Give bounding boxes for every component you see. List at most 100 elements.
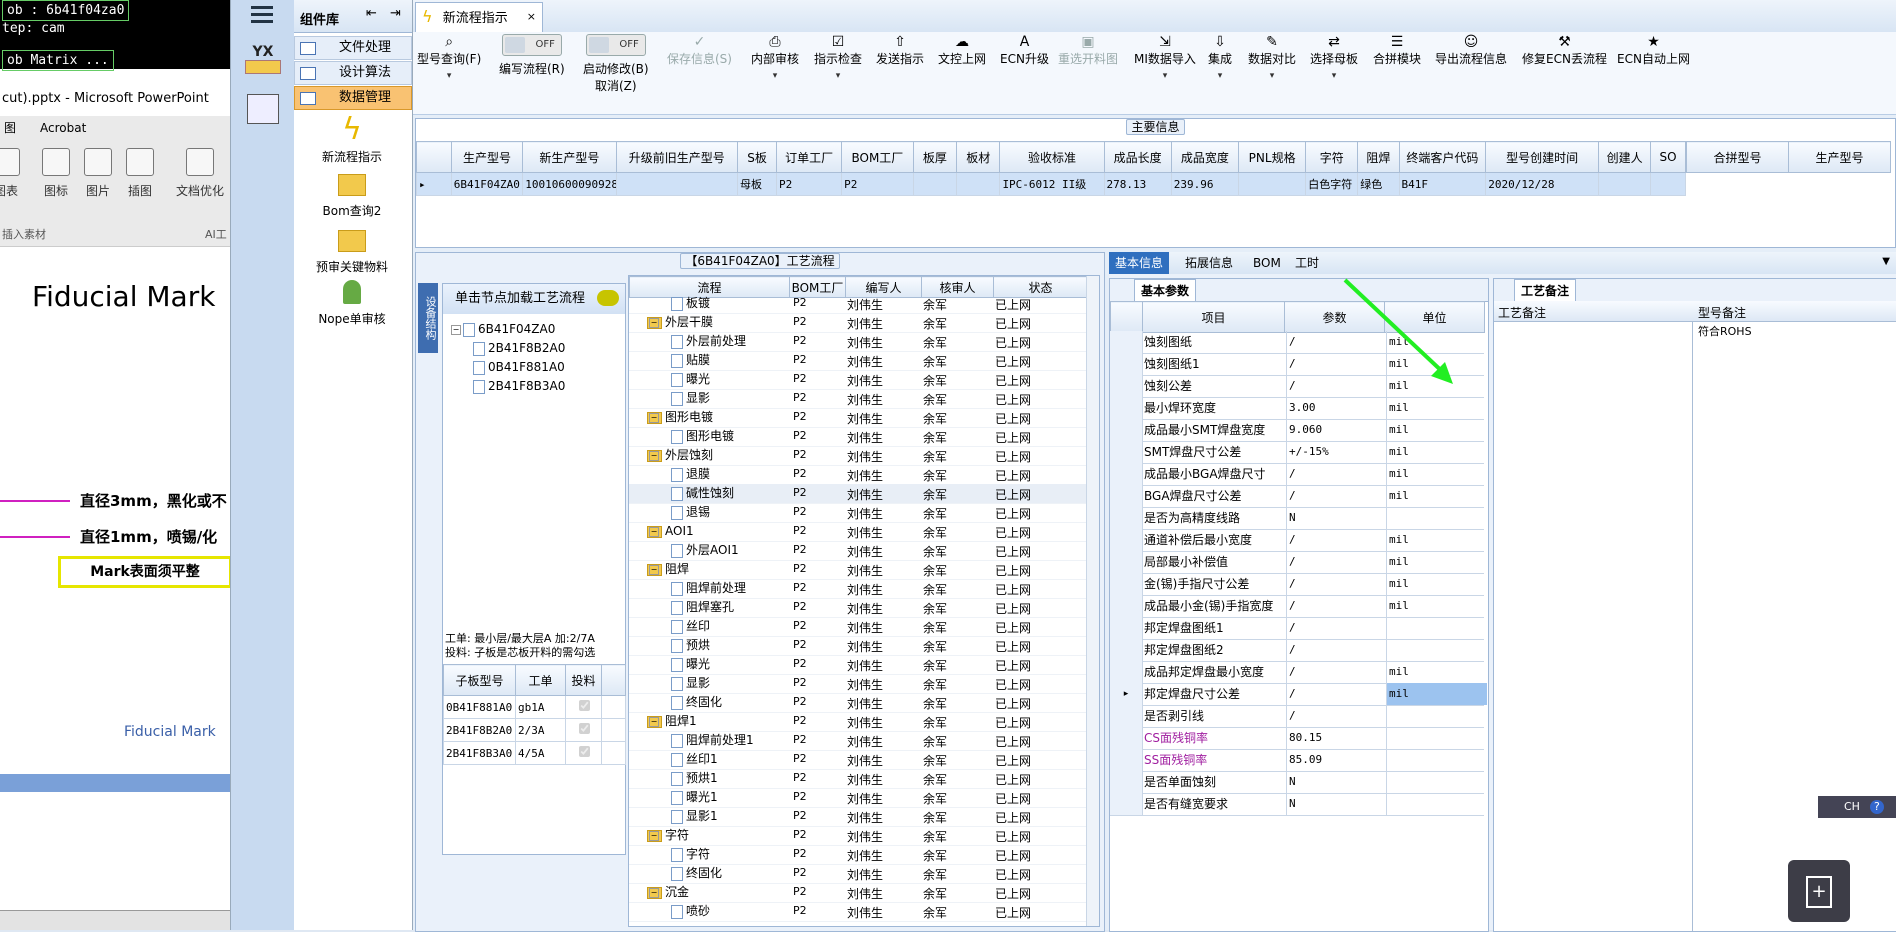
send-instruction-button[interactable]: ⇧ 发送指示: [876, 34, 924, 68]
param-unit-cell[interactable]: mil: [1386, 573, 1487, 595]
doc-online-button[interactable]: ☁ 文控上网: [938, 34, 986, 68]
param-unit-cell[interactable]: mil: [1386, 661, 1487, 683]
new-document-button[interactable]: +: [1788, 860, 1850, 922]
instruction-check-button[interactable]: ☑ 指示检查 ▾: [814, 34, 862, 85]
tab-basic-info[interactable]: 基本信息: [1109, 252, 1170, 274]
data-compare-button[interactable]: ✎ 数据对比 ▾: [1248, 34, 1296, 85]
flow-row[interactable]: 终固化 P2 刘伟生 余军 已上网: [629, 693, 1087, 713]
param-row[interactable]: SMT焊盘尺寸公差 +/-15% mil: [1110, 441, 1484, 464]
comp-item-design-algorithm[interactable]: 设计算法: [294, 61, 412, 85]
ppt-picture-button[interactable]: 图片: [78, 148, 118, 199]
pin-icon[interactable]: ⇤: [366, 6, 377, 21]
param-row[interactable]: 成品邦定焊盘最小宽度 / mil: [1110, 661, 1484, 684]
flow-scrollbar[interactable]: [1086, 276, 1099, 926]
param-unit-cell[interactable]: mil: [1386, 463, 1487, 485]
param-value-cell[interactable]: N: [1286, 507, 1387, 529]
ppt-tab[interactable]: 图: [4, 116, 16, 140]
flow-row[interactable]: 阻焊前处理 P2 刘伟生 余军 已上网: [629, 579, 1087, 599]
sub-board-row[interactable]: 2B41F8B3A0 4/5A: [443, 741, 626, 765]
param-value-cell[interactable]: 3.00: [1286, 397, 1387, 419]
export-process-button[interactable]: ☺ 导出流程信息: [1435, 34, 1507, 68]
param-unit-cell[interactable]: mil: [1386, 441, 1487, 463]
flow-row[interactable]: 丝印 P2 刘伟生 余军 已上网: [629, 617, 1087, 637]
write-process-toggle[interactable]: OFF: [501, 34, 562, 56]
bom-query-tool[interactable]: Bom查询2: [294, 170, 410, 219]
param-value-cell[interactable]: 80.15: [1286, 727, 1387, 749]
param-value-cell[interactable]: /: [1286, 551, 1387, 573]
flow-row[interactable]: 贴膜 P2 刘伟生 余军 已上网: [629, 351, 1087, 371]
tab-basic-params[interactable]: 基本参数: [1134, 279, 1197, 303]
language-bar[interactable]: CH?: [1818, 796, 1896, 818]
tab-bom[interactable]: BOM: [1247, 252, 1287, 274]
param-value-cell[interactable]: /: [1286, 595, 1387, 617]
flow-row[interactable]: − 阻焊1 P2 刘伟生 余军 已上网: [629, 712, 1087, 732]
param-value-cell[interactable]: +/-15%: [1286, 441, 1387, 463]
main-info-cell[interactable]: 绿色: [1357, 172, 1400, 196]
flow-row[interactable]: 板镀 P2 刘伟生 余军 已上网: [629, 294, 1087, 314]
param-row[interactable]: 是否剥引线 /: [1110, 705, 1484, 728]
help-icon[interactable]: ?: [1869, 800, 1884, 814]
param-row[interactable]: 是否为高精度线路 N: [1110, 507, 1484, 530]
ppt-illustration-button[interactable]: 插图: [120, 148, 160, 199]
main-info-cell[interactable]: 2020/12/28: [1485, 172, 1600, 196]
main-info-cell[interactable]: 白色字符: [1305, 172, 1359, 196]
mi-import-button[interactable]: ⇲ MI数据导入 ▾: [1134, 34, 1196, 85]
flow-row[interactable]: − 字符 P2 刘伟生 余军 已上网: [629, 826, 1087, 846]
flow-row[interactable]: 预烘1 P2 刘伟生 余军 已上网: [629, 769, 1087, 789]
hamburger-menu-icon[interactable]: [251, 6, 273, 24]
flow-row[interactable]: 丝印1 P2 刘伟生 余军 已上网: [629, 750, 1087, 770]
flow-row[interactable]: 阻焊塞孔 P2 刘伟生 余军 已上网: [629, 598, 1087, 618]
flow-row[interactable]: − 外层蚀刻 P2 刘伟生 余军 已上网: [629, 446, 1087, 466]
param-value-cell[interactable]: 85.09: [1286, 749, 1387, 771]
param-row[interactable]: BGA焊盘尺寸公差 / mil: [1110, 485, 1484, 508]
model-remark-value[interactable]: 符合ROHS: [1698, 323, 1752, 339]
param-value-cell[interactable]: N: [1286, 771, 1387, 793]
main-info-cell[interactable]: 10010600090928: [522, 172, 617, 196]
main-info-cell[interactable]: [912, 172, 958, 196]
param-value-cell[interactable]: /: [1286, 661, 1387, 683]
param-row[interactable]: 是否单面蚀刻 N: [1110, 771, 1484, 794]
param-value-cell[interactable]: N: [1286, 793, 1387, 815]
ppt-doc-optimize-button[interactable]: 文档优化: [172, 148, 228, 199]
flow-row[interactable]: 显影 P2 刘伟生 余军 已上网: [629, 674, 1087, 694]
flow-row[interactable]: 外层前处理 P2 刘伟生 余军 已上网: [629, 332, 1087, 352]
param-row[interactable]: 局部最小补偿值 / mil: [1110, 551, 1484, 574]
flow-row[interactable]: 图形电镀 P2 刘伟生 余军 已上网: [629, 427, 1087, 447]
save-info-button[interactable]: ✓ 保存信息(S): [667, 34, 732, 68]
flow-row[interactable]: 退锡 P2 刘伟生 余军 已上网: [629, 503, 1087, 523]
flow-row[interactable]: 显影 P2 刘伟生 余军 已上网: [629, 389, 1087, 409]
main-info-cell[interactable]: 6B41F04ZA0: [450, 172, 524, 196]
tab-extended-info[interactable]: 拓展信息: [1179, 252, 1239, 274]
write-process-button[interactable]: OFF 编写流程(R): [499, 34, 565, 78]
fix-ecn-button[interactable]: ⚒ 修复ECN丢流程: [1522, 34, 1607, 68]
load-process-button[interactable]: 单击节点加载工艺流程: [443, 284, 625, 314]
flow-row[interactable]: 喷砂 P2 刘伟生 余军 已上网: [629, 902, 1087, 922]
param-unit-cell[interactable]: mil: [1386, 419, 1487, 441]
tree-node-child[interactable]: 2B41F8B3A0: [473, 377, 565, 396]
param-unit-cell[interactable]: mil: [1386, 551, 1487, 573]
param-row[interactable]: 成品最小SMT焊盘宽度 9.060 mil: [1110, 419, 1484, 442]
param-unit-cell[interactable]: [1386, 617, 1487, 639]
pre-review-tool[interactable]: 预审关键物料: [294, 226, 410, 275]
param-unit-cell[interactable]: mil: [1386, 683, 1487, 705]
main-info-cell[interactable]: [1598, 172, 1652, 196]
param-value-cell[interactable]: /: [1286, 617, 1387, 639]
tab-process-remarks[interactable]: 工艺备注: [1514, 279, 1577, 303]
internal-review-button[interactable]: ⎙ 内部审核 ▾: [751, 34, 799, 85]
start-modify-button[interactable]: OFF 启动修改(B) 取消(Z): [583, 34, 649, 95]
dropdown-icon[interactable]: ▼: [1882, 256, 1890, 267]
tree-node-root[interactable]: −6B41F04ZA0: [451, 320, 555, 339]
flow-row[interactable]: − 图形电镀 P2 刘伟生 余军 已上网: [629, 408, 1087, 428]
param-row[interactable]: 邦定焊盘图纸1 /: [1110, 617, 1484, 640]
ppt-chart-button[interactable]: 图表: [0, 148, 26, 199]
model-query-button[interactable]: ⌕ 型号查询(F) ▾: [417, 34, 481, 85]
ecn-auto-online-button[interactable]: ★ ECN自动上网: [1617, 34, 1690, 68]
param-row[interactable]: 金(锡)手指尺寸公差 / mil: [1110, 573, 1484, 596]
flow-row[interactable]: 终固化 P2 刘伟生 余军 已上网: [629, 864, 1087, 884]
main-info-cell[interactable]: [615, 172, 739, 196]
param-unit-cell[interactable]: mil: [1386, 397, 1487, 419]
tree-node-child[interactable]: 2B41F8B2A0: [473, 339, 565, 358]
ecn-upgrade-button[interactable]: A ECN升级: [1000, 34, 1049, 68]
main-info-cell[interactable]: 239.96: [1170, 172, 1240, 196]
param-value-cell[interactable]: /: [1286, 529, 1387, 551]
